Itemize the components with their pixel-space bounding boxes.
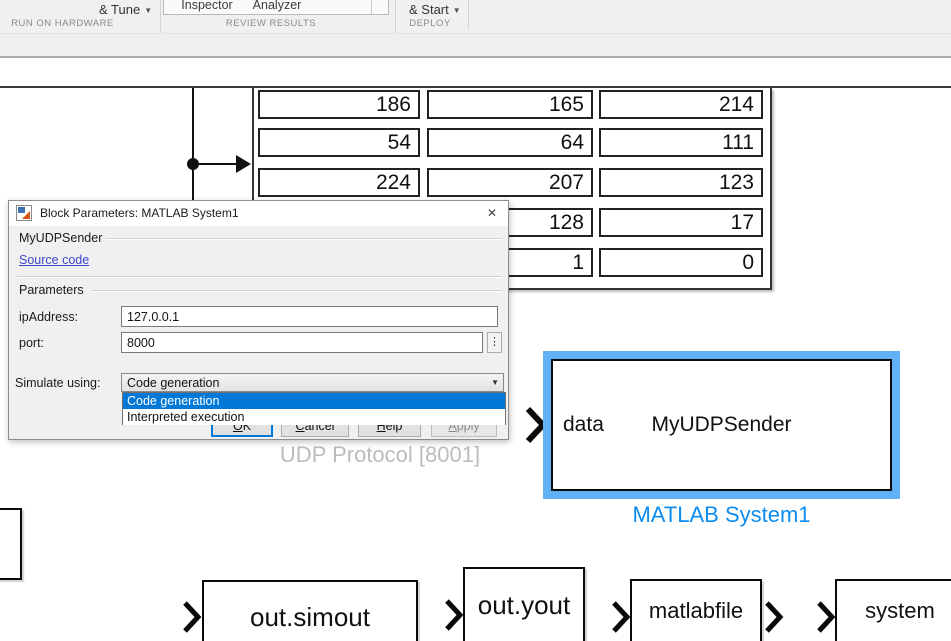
to-workspace-simout-block[interactable]: out.simout xyxy=(202,580,418,641)
close-icon[interactable]: ✕ xyxy=(480,203,504,223)
monitor-tune-button[interactable]: & Tune ▼ xyxy=(99,2,152,17)
signal-line-branch xyxy=(193,163,237,165)
section-run-on-hardware: RUN ON HARDWARE xyxy=(11,18,114,29)
simulate-using-option-list: Code generation Interpreted execution xyxy=(122,392,506,425)
matlab-system-caption: MATLAB System1 xyxy=(632,502,811,527)
signal-arrowhead xyxy=(236,155,251,173)
block-name-header: MyUDPSender xyxy=(19,231,103,245)
matlab-system-block[interactable]: data MyUDPSender xyxy=(551,359,892,491)
signal-branch-dot xyxy=(187,158,199,170)
input-port-icon xyxy=(817,601,836,633)
block-text: system xyxy=(865,598,935,623)
display-block[interactable]: 0 xyxy=(599,248,763,277)
signal-line-vertical xyxy=(192,88,194,208)
display-block[interactable]: 111 xyxy=(599,128,763,157)
matlabfile-block[interactable]: matlabfile xyxy=(630,579,762,641)
block-text: MyUDPSender xyxy=(651,413,792,436)
input-port-icon xyxy=(445,599,464,631)
to-workspace-yout-block[interactable]: out.yout xyxy=(463,567,585,641)
block-text: out.simout xyxy=(250,602,370,632)
partial-block[interactable] xyxy=(0,508,22,580)
simulate-using-label: Simulate using: xyxy=(15,376,101,390)
section-separator xyxy=(468,0,469,30)
display-block[interactable]: 123 xyxy=(599,168,763,197)
section-review-results: REVIEW RESULTS xyxy=(225,18,317,29)
block-text: matlabfile xyxy=(648,598,744,623)
display-block[interactable]: 207 xyxy=(427,168,593,197)
toolstrip-lower-band xyxy=(0,33,951,58)
group-divider xyxy=(371,0,372,14)
toolstrip: & Tune ▼ Inspector Analyzer & Start ▼ RUN … xyxy=(0,0,951,33)
section-deploy: DEPLOY xyxy=(409,18,451,29)
display-block[interactable]: 64 xyxy=(427,128,593,157)
port-field[interactable] xyxy=(121,332,483,353)
section-separator xyxy=(395,0,396,33)
option-interpreted-execution[interactable]: Interpreted execution xyxy=(123,409,505,425)
display-block[interactable]: 165 xyxy=(427,90,593,119)
groove-line xyxy=(17,276,502,278)
chevron-down-icon: ▼ xyxy=(144,6,153,15)
output-port-icon xyxy=(765,601,784,633)
selection-halo: data MyUDPSender xyxy=(543,351,900,499)
port-label: port: xyxy=(19,336,45,350)
source-code-link[interactable]: Source code xyxy=(19,253,89,267)
dropdown-selected-value: Code generation xyxy=(127,376,220,390)
block-parameters-icon xyxy=(16,205,32,221)
groove-line xyxy=(106,238,502,240)
chevron-down-icon: ▼ xyxy=(491,378,499,387)
parameters-header: Parameters xyxy=(19,283,84,297)
more-options-icon[interactable]: ⋮ xyxy=(487,332,502,353)
dialog-titlebar[interactable]: Block Parameters: MATLAB System1 ✕ xyxy=(9,201,508,226)
tab-logic-analyzer[interactable]: Analyzer xyxy=(236,0,318,12)
deploy-start-button[interactable]: & Start ▼ xyxy=(409,2,461,17)
display-block[interactable]: 214 xyxy=(599,90,763,119)
input-port-icon xyxy=(612,601,631,633)
ip-address-label: ipAddress: xyxy=(19,310,79,324)
block-parameters-dialog: Block Parameters: MATLAB System1 ✕ MyUDP… xyxy=(8,200,509,440)
simulate-using-dropdown[interactable]: Code generation ▼ xyxy=(121,373,504,392)
display-block[interactable]: 186 xyxy=(258,90,420,119)
dialog-title: Block Parameters: MATLAB System1 xyxy=(40,206,239,220)
display-block[interactable]: 17 xyxy=(599,208,763,237)
block-text: out.yout xyxy=(477,589,571,620)
system-block[interactable]: system xyxy=(835,579,951,641)
display-block[interactable]: 54 xyxy=(258,128,420,157)
display-block[interactable]: 224 xyxy=(258,168,420,197)
groove-line xyxy=(91,290,502,292)
review-results-group: Inspector Analyzer xyxy=(163,0,389,15)
option-code-generation[interactable]: Code generation xyxy=(123,393,505,409)
dialog-body: MyUDPSender Source code Parameters ipAdd… xyxy=(9,226,508,441)
chevron-down-icon: ▼ xyxy=(452,6,461,15)
ip-address-field[interactable] xyxy=(121,306,498,327)
section-separator xyxy=(160,0,161,33)
input-port-icon xyxy=(183,601,202,633)
